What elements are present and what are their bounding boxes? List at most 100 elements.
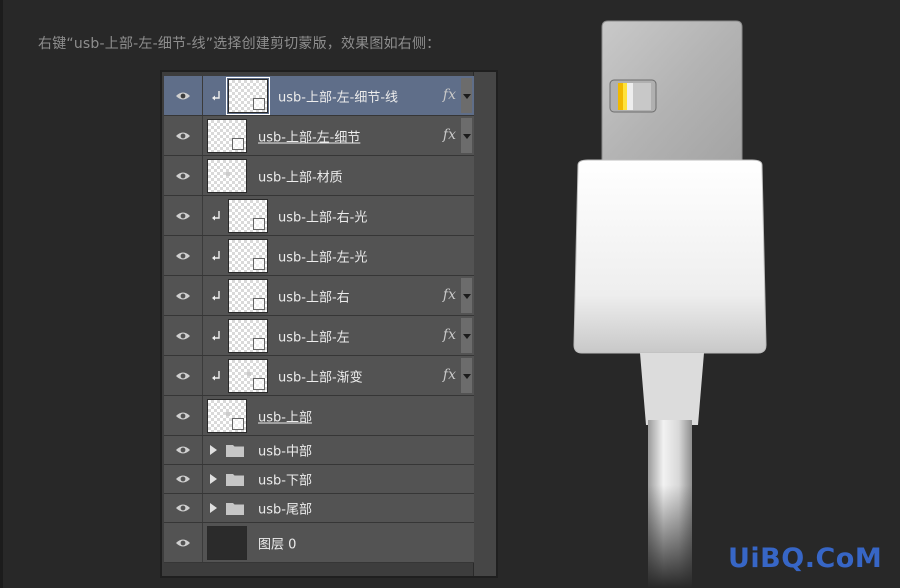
visibility-toggle[interactable] — [164, 465, 203, 493]
eye-icon — [176, 504, 190, 512]
layer-thumbnail — [228, 359, 268, 393]
layer-name: usb-上部-材质 — [258, 170, 343, 185]
vector-mask-icon — [253, 218, 265, 230]
fx-expand-arrow[interactable] — [461, 118, 472, 153]
vector-mask-icon — [232, 138, 244, 150]
layer-thumbnail — [226, 77, 270, 115]
expand-arrow-icon[interactable] — [210, 445, 217, 455]
fx-icon[interactable]: fx — [443, 287, 456, 303]
panel-scrollbar[interactable] — [473, 72, 496, 576]
eye-icon — [176, 332, 190, 339]
group-row[interactable]: usb-中部 — [164, 436, 474, 465]
fx-expand-arrow[interactable] — [461, 78, 472, 113]
visibility-toggle[interactable] — [164, 196, 203, 235]
layer-row[interactable]: usb-上部-左-光 — [164, 236, 474, 276]
folder-icon — [226, 445, 244, 457]
layer-thumbnail — [207, 159, 247, 193]
clipping-mask-icon — [212, 330, 220, 340]
vector-mask-icon — [253, 338, 265, 350]
vector-mask-icon — [253, 258, 265, 270]
expand-arrow-icon[interactable] — [210, 474, 217, 484]
visibility-toggle[interactable] — [164, 396, 203, 435]
layer-thumbnail — [228, 279, 268, 313]
eye-icon — [176, 252, 190, 259]
layer-row[interactable]: usb-上部-左-细节-线 fx — [164, 76, 474, 116]
layer-row[interactable]: usb-上部 — [164, 396, 474, 436]
usb-connector-illustration — [573, 20, 767, 588]
layer-row[interactable]: usb-上部-左-细节 fx — [164, 116, 474, 156]
layer-row[interactable]: 图层 0 — [164, 523, 474, 563]
visibility-toggle[interactable] — [164, 156, 203, 195]
eye-icon — [176, 172, 190, 179]
clipping-mask-icon — [212, 250, 220, 260]
fx-expand-arrow[interactable] — [461, 318, 472, 353]
clipping-mask-icon — [212, 90, 220, 100]
left-divider — [0, 0, 3, 588]
layer-row[interactable]: usb-上部-左 fx — [164, 316, 474, 356]
expand-arrow-icon[interactable] — [210, 503, 217, 513]
layer-name: usb-上部-右 — [278, 290, 350, 305]
eye-icon — [176, 412, 190, 419]
layer-row[interactable]: usb-上部-材质 — [164, 156, 474, 196]
layer-name: usb-上部-右-光 — [278, 210, 368, 225]
layer-row[interactable]: usb-上部-渐变 fx — [164, 356, 474, 396]
fx-expand-arrow[interactable] — [461, 358, 472, 393]
visibility-toggle[interactable] — [164, 494, 203, 522]
layer-thumbnail — [228, 199, 268, 233]
layer-name: usb-上部-左-光 — [278, 250, 368, 265]
layer-thumbnail — [207, 119, 247, 153]
watermark: UiBQ.CoM — [728, 543, 883, 574]
clipping-mask-icon — [212, 210, 220, 220]
layers-list: usb-上部-左-细节-线 fx usb-上部-左-细节 fx usb-上部-材… — [164, 76, 474, 563]
group-name: usb-尾部 — [258, 502, 312, 518]
eye-icon — [176, 292, 190, 299]
visibility-toggle[interactable] — [164, 356, 203, 395]
group-name: usb-中部 — [258, 444, 312, 460]
layer-name: usb-上部 — [258, 410, 312, 425]
layer-name: 图层 0 — [258, 537, 297, 552]
vector-mask-icon — [232, 418, 244, 430]
fx-expand-arrow[interactable] — [461, 278, 472, 313]
clipping-mask-icon — [212, 290, 220, 300]
layer-thumbnail — [207, 399, 247, 433]
folder-icon — [226, 474, 244, 486]
visibility-toggle[interactable] — [164, 316, 203, 355]
layer-name: usb-上部-左-细节 — [258, 130, 361, 145]
layer-name: usb-上部-左-细节-线 — [278, 90, 399, 105]
fx-icon[interactable]: fx — [443, 87, 456, 103]
group-row[interactable]: usb-下部 — [164, 465, 474, 494]
vector-mask-icon — [253, 378, 265, 390]
fx-icon[interactable]: fx — [443, 327, 456, 343]
eye-icon — [176, 475, 190, 483]
instruction-text: 右键“usb-上部-左-细节-线”选择创建剪切蒙版，效果图如右侧： — [38, 36, 441, 52]
layer-thumbnail — [228, 239, 268, 273]
vector-mask-icon — [253, 298, 265, 310]
layer-name: usb-上部-渐变 — [278, 370, 363, 385]
layer-row[interactable]: usb-上部-右 fx — [164, 276, 474, 316]
eye-icon — [176, 92, 190, 99]
layer-name: usb-上部-左 — [278, 330, 350, 345]
eye-icon — [176, 539, 190, 546]
layers-panel: usb-上部-左-细节-线 fx usb-上部-左-细节 fx usb-上部-材… — [160, 70, 498, 578]
group-name: usb-下部 — [258, 473, 312, 489]
vector-mask-icon — [253, 98, 265, 110]
layer-row[interactable]: usb-上部-右-光 — [164, 196, 474, 236]
eye-icon — [176, 132, 190, 139]
usb-strain-relief — [640, 353, 704, 425]
usb-plug-body — [573, 159, 767, 354]
eye-icon — [176, 372, 190, 379]
group-row[interactable]: usb-尾部 — [164, 494, 474, 523]
visibility-toggle[interactable] — [164, 116, 203, 155]
folder-icon — [226, 503, 244, 515]
fx-icon[interactable]: fx — [443, 127, 456, 143]
fx-icon[interactable]: fx — [443, 367, 456, 383]
layer-thumbnail — [228, 319, 268, 353]
eye-icon — [176, 212, 190, 219]
visibility-toggle[interactable] — [164, 76, 203, 115]
eye-icon — [176, 446, 190, 454]
layer-thumbnail — [207, 526, 247, 560]
visibility-toggle[interactable] — [164, 276, 203, 315]
visibility-toggle[interactable] — [164, 436, 203, 464]
visibility-toggle[interactable] — [164, 523, 203, 562]
visibility-toggle[interactable] — [164, 236, 203, 275]
